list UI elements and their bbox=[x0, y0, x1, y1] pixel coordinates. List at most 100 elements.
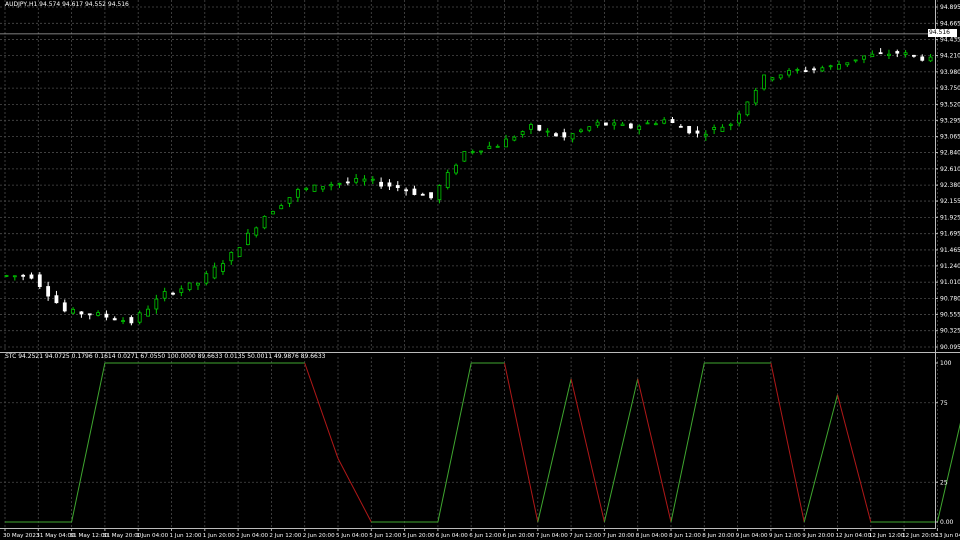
candle-body bbox=[845, 62, 850, 66]
candle-body bbox=[562, 132, 567, 138]
candle-body bbox=[878, 52, 883, 55]
price-axis-label: 92.155 bbox=[940, 198, 960, 205]
candle-body bbox=[803, 70, 808, 72]
time-axis-label: 12 Jun 04:00 bbox=[836, 533, 872, 539]
candle-body bbox=[179, 288, 184, 293]
candle-body bbox=[687, 125, 692, 134]
price-axis-label: 93.295 bbox=[940, 117, 960, 124]
candle-body bbox=[545, 130, 550, 133]
candle-body bbox=[520, 131, 525, 135]
candle-body bbox=[379, 181, 384, 187]
time-axis-label: 30 May 2023 bbox=[3, 533, 40, 539]
candle-body bbox=[787, 69, 791, 76]
main-chart-header: AUDJPY,H1 94.574 94.617 94.552 94.516 bbox=[5, 1, 129, 8]
candle-body bbox=[295, 189, 300, 198]
candle-body bbox=[412, 188, 417, 195]
candle-body bbox=[895, 51, 900, 54]
price-axis-label: 94.665 bbox=[940, 20, 960, 27]
candle-body bbox=[262, 216, 267, 229]
time-axis-label: 7 Jun 20:00 bbox=[602, 533, 634, 539]
price-axis-label: 92.610 bbox=[940, 166, 960, 173]
time-axis-label: 2 Jun 12:00 bbox=[269, 533, 301, 539]
price-axis-label: 90.325 bbox=[940, 328, 960, 335]
candle-body bbox=[620, 123, 625, 126]
candle-body bbox=[579, 129, 583, 132]
candle-body bbox=[662, 119, 667, 124]
candle-body bbox=[71, 308, 75, 314]
indicator-axis-label: 75 bbox=[940, 400, 948, 407]
time-axis-label: 1 Jun 04:00 bbox=[136, 533, 168, 539]
candle-body bbox=[137, 312, 142, 323]
price-axis-label: 93.065 bbox=[940, 134, 960, 141]
candle-body bbox=[587, 126, 592, 131]
time-axis-label: 6 Jun 20:00 bbox=[503, 533, 535, 539]
candle-body bbox=[778, 74, 783, 79]
candle-body bbox=[487, 145, 492, 149]
candle-body bbox=[87, 313, 92, 316]
candle-body bbox=[112, 318, 117, 321]
candle-body bbox=[46, 286, 51, 297]
candle-body bbox=[354, 178, 359, 183]
candle-body bbox=[229, 252, 234, 262]
price-axis-label: 92.380 bbox=[940, 182, 960, 189]
candle-body bbox=[712, 127, 717, 130]
price-axis-label: 94.895 bbox=[940, 4, 960, 11]
candle-body bbox=[479, 150, 483, 153]
candle-body bbox=[96, 312, 100, 316]
candle-body bbox=[703, 133, 708, 137]
candle-body bbox=[270, 211, 275, 215]
price-axis-label: 91.240 bbox=[940, 263, 960, 270]
time-axis-label: 5 Jun 04:00 bbox=[336, 533, 368, 539]
candle-body bbox=[204, 273, 209, 284]
candle-body bbox=[554, 133, 558, 137]
candle-body bbox=[237, 247, 242, 257]
candle-body bbox=[12, 275, 17, 278]
candle-body bbox=[279, 205, 284, 210]
time-axis-label: 7 Jun 12:00 bbox=[569, 533, 601, 539]
time-axis-label: 2 Jun 04:00 bbox=[236, 533, 268, 539]
candle-body bbox=[329, 184, 334, 187]
price-axis-label: 92.840 bbox=[940, 150, 960, 157]
candle-body bbox=[445, 172, 450, 188]
candle-body bbox=[420, 193, 425, 196]
indicator-axis-label: 0.00 bbox=[940, 519, 954, 526]
candle-body bbox=[837, 64, 841, 70]
candle-body bbox=[512, 136, 517, 141]
price-axis-label: 90.780 bbox=[940, 295, 960, 302]
indicator-axis-label: 100 bbox=[940, 360, 952, 367]
candle-body bbox=[304, 187, 309, 190]
candle-body bbox=[828, 65, 833, 68]
candle-body bbox=[753, 89, 758, 104]
candle-body bbox=[637, 125, 642, 131]
candle-body bbox=[720, 126, 725, 132]
candle-body bbox=[437, 185, 442, 201]
candle-body bbox=[370, 178, 375, 181]
candle-body bbox=[21, 274, 26, 277]
candle-body bbox=[612, 122, 617, 126]
candle-body bbox=[54, 295, 59, 304]
candle-body bbox=[162, 291, 167, 299]
candle-body bbox=[212, 266, 217, 279]
candle-body bbox=[870, 53, 875, 58]
candle-body bbox=[312, 184, 317, 192]
time-axis-label: 5 Jun 12:00 bbox=[369, 533, 401, 539]
candle-body bbox=[454, 164, 458, 174]
current-price-tag: 94.516 bbox=[928, 29, 957, 37]
time-axis-label: 8 Jun 20:00 bbox=[702, 533, 734, 539]
time-axis-label: 1 Jun 20:00 bbox=[203, 533, 235, 539]
price-axis-label: 94.435 bbox=[940, 37, 960, 44]
candle-body bbox=[104, 313, 109, 318]
candle-body bbox=[862, 55, 866, 60]
candle-body bbox=[570, 133, 575, 140]
price-axis-label: 91.925 bbox=[940, 214, 960, 221]
candle-body bbox=[196, 282, 200, 286]
candle-body bbox=[653, 123, 658, 126]
candle-body bbox=[737, 113, 741, 124]
candle-body bbox=[770, 77, 775, 81]
candle-body bbox=[37, 274, 42, 288]
price-axis-label: 91.695 bbox=[940, 231, 960, 238]
time-axis-label: 9 Jun 20:00 bbox=[802, 533, 834, 539]
price-axis-label: 93.750 bbox=[940, 85, 960, 92]
candle-body bbox=[745, 101, 750, 116]
candle-body bbox=[795, 69, 800, 71]
